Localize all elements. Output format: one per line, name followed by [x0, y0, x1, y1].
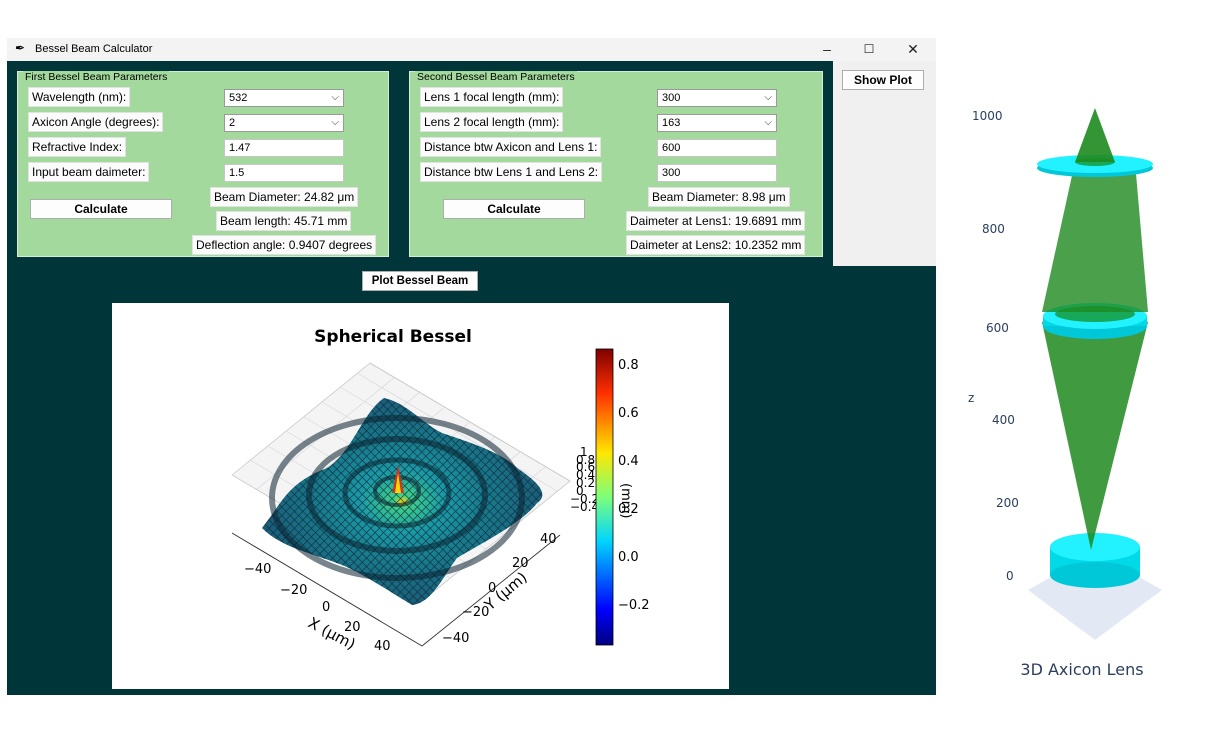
bessel-surface-svg: Spherical Bessel −40 −20 0 20 40 X (μm) … — [231, 327, 650, 654]
beam-diameter-result-1: Beam Diameter: 24.82 μm — [210, 187, 359, 207]
lens1-focal-label: Lens 1 focal length (mm): — [420, 87, 564, 107]
z-tick: 600 — [986, 321, 1009, 335]
axicon-angle-label: Axicon Angle (degrees): — [28, 112, 164, 132]
colorbar-tick: 0.6 — [618, 406, 639, 421]
axicon-angle-value: 2 — [229, 117, 236, 129]
z-tick: 800 — [982, 222, 1005, 236]
colorbar-tick: −0.2 — [618, 598, 650, 613]
refractive-index-label: Refractive Index: — [28, 137, 127, 157]
beam-cone-top — [1075, 108, 1115, 162]
lens2-focal-label: Lens 2 focal length (mm): — [420, 112, 564, 132]
diameter-lens2-result: Daimeter at Lens2: 10.2352 mm — [626, 235, 806, 255]
x-tick: 40 — [374, 639, 391, 654]
y-tick: 40 — [540, 532, 557, 547]
minimize-button[interactable]: – — [807, 39, 847, 59]
axicon-angle-select[interactable]: 2 ⌵ — [224, 114, 344, 132]
colorbar-tick: 0.2 — [618, 502, 639, 517]
colorbar — [595, 348, 614, 646]
first-params-frame: First Bessel Beam Parameters Wavelength … — [17, 71, 389, 257]
wavelength-label: Wavelength (nm): — [28, 87, 131, 107]
chevron-down-icon: ⌵ — [331, 92, 339, 103]
first-frame-title: First Bessel Beam Parameters — [23, 71, 170, 83]
z-tick: 1000 — [972, 109, 1003, 123]
chevron-down-icon: ⌵ — [764, 117, 772, 128]
axicon-plot[interactable]: 1000 800 600 400 200 0 z 3D Axicon Lens — [940, 90, 1210, 730]
deflection-angle-result: Deflection angle: 0.9407 degrees — [192, 235, 377, 255]
colorbar-tick: 0.0 — [618, 550, 639, 565]
show-plot-button[interactable]: Show Plot — [842, 70, 924, 90]
axicon-z-ticks: 1000 800 600 400 200 0 — [972, 109, 1019, 583]
side-panel: Show Plot — [833, 61, 936, 266]
input-diameter-label: Input beam daimeter: — [28, 162, 150, 182]
window-title: Bessel Beam Calculator — [35, 43, 153, 55]
beam-diameter-result-2: Beam Diameter: 8.98 μm — [648, 187, 790, 207]
y-tick: 20 — [512, 556, 529, 571]
lens2-focal-select[interactable]: 163 ⌵ — [657, 114, 777, 132]
dist-lens1-lens2-input[interactable]: 300 — [657, 164, 777, 182]
z-tick: 200 — [996, 496, 1019, 510]
y-tick: −20 — [462, 605, 489, 620]
z-tick: −0.4 — [570, 500, 599, 514]
refractive-index-input[interactable]: 1.47 — [224, 139, 344, 157]
wavelength-select[interactable]: 532 ⌵ — [224, 89, 344, 107]
dist-axicon-lens1-label: Distance btw Axicon and Lens 1: — [420, 137, 602, 157]
beam-cone-lower — [1042, 322, 1148, 550]
plot-bessel-button[interactable]: Plot Bessel Beam — [362, 271, 478, 291]
x-tick: −40 — [244, 562, 271, 577]
calculate-button-1[interactable]: Calculate — [30, 199, 172, 219]
title-bar[interactable]: ✒ Bessel Beam Calculator – ☐ ✕ — [7, 38, 936, 61]
beam-cone-middle — [1042, 162, 1148, 312]
wavelength-value: 532 — [229, 92, 248, 104]
axicon-z-label: z — [968, 391, 974, 405]
dist-lens1-lens2-label: Distance btw Lens 1 and Lens 2: — [420, 162, 603, 182]
beam-length-result: Beam length: 45.71 mm — [216, 211, 352, 231]
x-tick: 0 — [322, 600, 330, 615]
second-params-frame: Second Bessel Beam Parameters Lens 1 foc… — [409, 71, 823, 257]
dist-axicon-lens1-input[interactable]: 600 — [657, 139, 777, 157]
feather-icon: ✒ — [15, 41, 26, 55]
z-tick-labels: 1 0.8 0.6 0.4 0.2 0 −0.2 −0.4 — [570, 445, 599, 514]
app-window: ✒ Bessel Beam Calculator – ☐ ✕ Show Plot… — [7, 38, 936, 695]
chevron-down-icon: ⌵ — [764, 92, 772, 103]
maximize-button[interactable]: ☐ — [849, 39, 889, 59]
bessel-plot-title: Spherical Bessel — [314, 327, 472, 347]
calculate-button-2[interactable]: Calculate — [443, 199, 585, 219]
lens2-focal-value: 163 — [662, 117, 681, 129]
second-frame-title: Second Bessel Beam Parameters — [415, 71, 577, 83]
lens1-focal-value: 300 — [662, 92, 681, 104]
input-diameter-input[interactable]: 1.5 — [224, 164, 344, 182]
axicon-lens-bottom — [1050, 533, 1140, 588]
z-tick: 0 — [1006, 569, 1014, 583]
colorbar-tick: 0.4 — [618, 454, 639, 469]
lens1-focal-select[interactable]: 300 ⌵ — [657, 89, 777, 107]
colorbar-tick: 0.8 — [618, 358, 639, 373]
z-tick: 400 — [992, 413, 1015, 427]
diameter-lens1-result: Daimeter at Lens1: 19.6891 mm — [626, 211, 806, 231]
x-tick: −20 — [280, 583, 307, 598]
axicon-plot-title: 3D Axicon Lens — [1020, 660, 1143, 679]
close-button[interactable]: ✕ — [893, 39, 933, 59]
bessel-plot-canvas[interactable]: Spherical Bessel −40 −20 0 20 40 X (μm) … — [112, 303, 729, 689]
chevron-down-icon: ⌵ — [331, 117, 339, 128]
axicon-svg: 1000 800 600 400 200 0 z 3D Axicon Lens — [968, 108, 1162, 679]
y-tick: −40 — [442, 631, 469, 646]
